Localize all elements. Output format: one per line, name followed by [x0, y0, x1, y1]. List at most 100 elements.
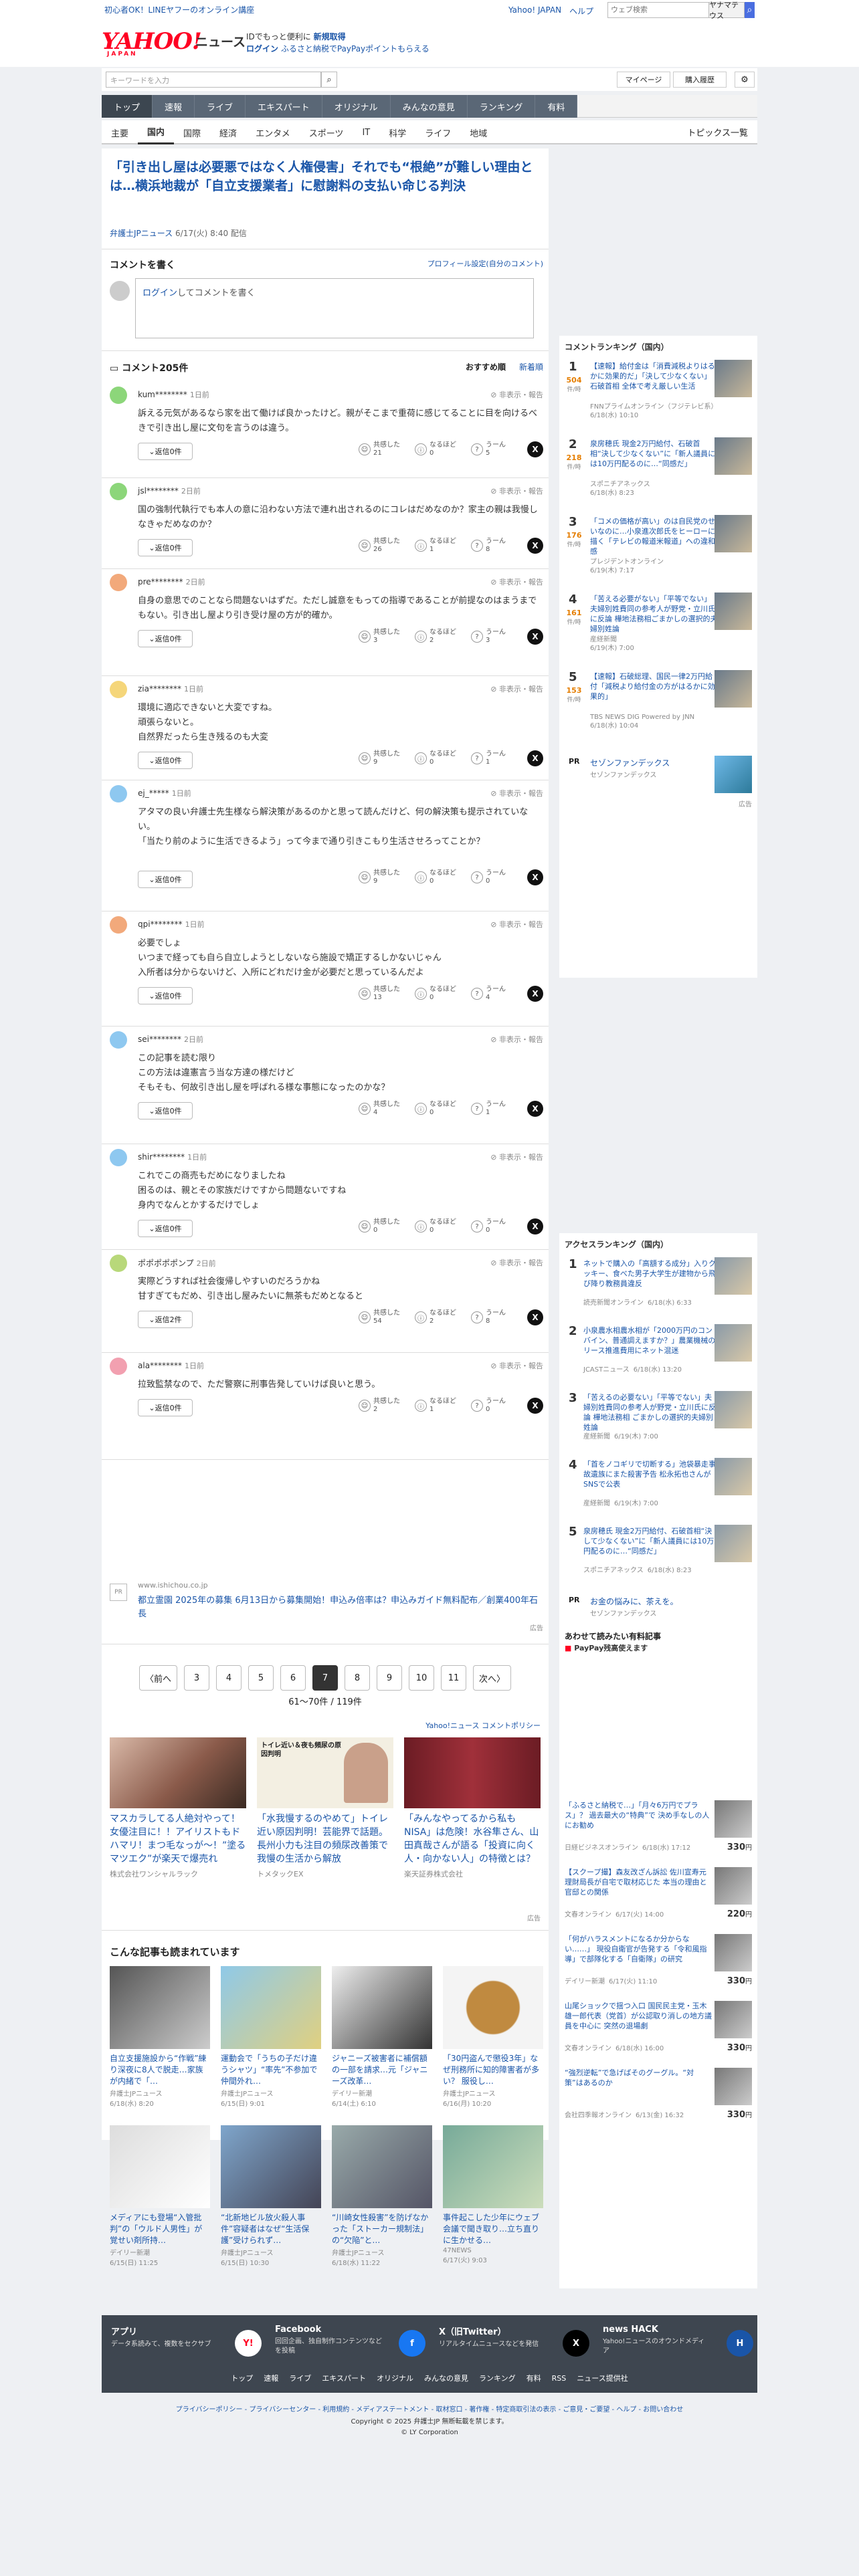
naruhodo-button[interactable]: ⓘ なるほど 1 [415, 538, 462, 554]
empathy-button[interactable]: ☺ 共感した 54 [359, 1309, 405, 1325]
hmm-button[interactable]: ? うーん 5 [471, 441, 518, 457]
report-link[interactable]: ⊘ 非表示・報告 [490, 1360, 543, 1371]
related-title[interactable]: 事件起こした少年にウェブ会議で聞き取り…立ち直りに生かせる… [443, 2212, 543, 2247]
footer-nav-item[interactable]: 有料 [527, 2374, 541, 2383]
search-icon[interactable]: ⌕ [321, 72, 337, 88]
tab-original[interactable]: オリジナル [322, 95, 391, 118]
gear-icon[interactable]: ⚙ [735, 72, 755, 88]
ad-text[interactable]: 都立霊園 2025年の募集 6月13日から募集開始！申込み倍率は？申込みガイド無… [138, 1594, 539, 1621]
paid-article[interactable]: 【スクープ撮】森友改ざん訴訟 佐川宣寿元理財局長が自宅で取材応じた 本当の理由と… [565, 1867, 752, 1931]
sort-newest[interactable]: 新着順 [519, 361, 543, 372]
empathy-button[interactable]: ☺ 共感した 13 [359, 986, 405, 1002]
ad-card[interactable]: トイレ近い＆夜も頻尿の原因判明 「水我慢するのやめて」トイレ近い原因判明！芸能界… [257, 1737, 393, 1879]
paypay-promo[interactable]: ふるさと納税でPayPayポイントもらえる [281, 44, 430, 53]
paid-title[interactable]: 【スクープ撮】森友改ざん訴訟 佐川宣寿元理財局長が自宅で取材応じた 本当の理由と… [565, 1867, 712, 1897]
footer-nav-item[interactable]: ランキング [479, 2374, 516, 2383]
x-share-icon[interactable]: X [527, 1101, 543, 1117]
page-button[interactable]: 9 [377, 1665, 402, 1691]
related-title[interactable]: “北新地ビル放火殺人事件”容疑者はなぜ“生活保護”受けられず… [221, 2212, 321, 2247]
text-ad[interactable]: PR www.ishichou.co.jp 都立霊園 2025年の募集 6月13… [110, 1581, 543, 1632]
avatar[interactable] [110, 1255, 127, 1272]
tab-paid[interactable]: 有料 [535, 95, 578, 118]
purchase-history-button[interactable]: 購入履歴 [673, 72, 727, 88]
comment-user[interactable]: ポポポポポンプ 2日前 [138, 1257, 216, 1269]
tab-opinion[interactable]: みんなの意見 [390, 95, 468, 118]
hmm-button[interactable]: ? うーん 3 [471, 629, 518, 645]
login-link[interactable]: ログイン [142, 288, 177, 298]
category-science[interactable]: 科学 [379, 120, 415, 144]
comment-user[interactable]: ej_***** 1日前 [138, 788, 191, 798]
ad-card[interactable]: 「みんなやってるから私もNISA」は危険！水谷隼さん、山田真哉さんが語る「投資に… [404, 1737, 541, 1879]
comment-user[interactable]: sei******** 2日前 [138, 1034, 203, 1045]
rank-title[interactable]: 泉房穂氏 現金2万円給付、石破首相“決して少なくない”に「新人議員には10万円配… [583, 1526, 717, 1556]
search-icon[interactable]: ⌕ [744, 2, 755, 18]
footer-icon[interactable]: H [727, 2330, 753, 2357]
avatar[interactable] [110, 483, 127, 500]
comment-user[interactable]: shir******** 1日前 [138, 1152, 207, 1162]
register-link[interactable]: 新規取得 [314, 32, 346, 41]
paid-title[interactable]: 「何がハラスメントになるか分からない……」 現役自衛官が告発する「令和風指導」で… [565, 1934, 712, 1964]
login-link[interactable]: ログイン [246, 44, 278, 53]
related-article[interactable]: “北新地ビル放火殺人事件”容疑者はなぜ“生活保護”受けられず… 弁護士JPニュース… [221, 2125, 321, 2267]
x-share-icon[interactable]: X [527, 1398, 543, 1414]
rank-title[interactable]: 「苦える必要がない」「平等でない」夫婦別姓費同の参考人が野党・立川氏に反論 樺地… [590, 594, 719, 634]
page-button[interactable]: 6 [280, 1665, 306, 1691]
ranking-item[interactable]: 5 泉房穂氏 現金2万円給付、石破首相“決して少なくない”に「新人議員には10万円… [565, 1525, 752, 1586]
category-economy[interactable]: 経済 [210, 120, 246, 144]
ad-card-title[interactable]: 「水我慢するのやめて」トイレ近い原因判明！芸能界で話題。長州小力も注目の頻尿改善… [257, 1812, 393, 1866]
reply-button[interactable]: ⌄ 返信2件 [138, 1311, 193, 1328]
paid-title[interactable]: 山尾ショックで揺つ入口 国民民主党・玉木雄一郎代表（党首）が公認取り消しの地方議… [565, 2001, 712, 2031]
yahoo-japan-link[interactable]: Yahoo! JAPAN [508, 5, 561, 17]
pr-item[interactable]: PR セゾンファンデックス セゾンファンデックス [565, 756, 752, 796]
next-page-button[interactable]: 次へ〉 [473, 1665, 512, 1691]
empathy-button[interactable]: ☺ 共感した 9 [359, 869, 405, 885]
pr-title[interactable]: お金の悩みに、茶えを。 [590, 1596, 678, 1607]
paid-article[interactable]: 「何がハラスメントになるか分からない……」 現役自衛官が告発する「令和風指導」で… [565, 1934, 752, 1998]
reply-button[interactable]: ⌄ 返信0件 [138, 539, 193, 556]
pr-title[interactable]: セゾンファンデックス [590, 757, 670, 768]
web-search-input[interactable] [607, 2, 708, 18]
category-life[interactable]: ライフ [415, 120, 460, 144]
category-domestic[interactable]: 国内 [138, 120, 175, 144]
x-share-icon[interactable]: X [527, 441, 543, 457]
ranking-item[interactable]: 2 218 件/時 泉房穂氏 現金2万円給付、石破首相“決して少なくない”に「新人議員… [565, 437, 752, 510]
page-button[interactable]: 4 [216, 1665, 242, 1691]
rank-title[interactable]: 「首をノコギリで切断する」池袋暴走事故遺族にまた殺害予告 松永拓也さんがSNSで… [583, 1459, 717, 1489]
x-share-icon[interactable]: X [527, 750, 543, 766]
hmm-button[interactable]: ? うーん 8 [471, 1309, 518, 1325]
rank-title[interactable]: 【速報】石破総理、国民一律2万円給付「減税より給付金の方がはるかに効果的」 [590, 671, 719, 702]
report-link[interactable]: ⊘ 非表示・報告 [490, 1152, 543, 1162]
avatar[interactable] [110, 785, 127, 802]
related-article[interactable]: 「30円盗んで懲役3年」なぜ刑務所に知的障害者が多い？ 服役し… 弁護士JPニュー… [443, 1966, 543, 2108]
reply-button[interactable]: ⌄ 返信0件 [138, 1102, 193, 1119]
ranking-item[interactable]: 5 153 件/時 【速報】石破総理、国民一律2万円給付「減税より給付金の方がはるかに… [565, 670, 752, 742]
related-article[interactable]: 運動会で「うちの子だけ違うシャツ」“率先”不参加で仲間外れ… 弁護士JPニュース 6… [221, 1966, 321, 2108]
empathy-button[interactable]: ☺ 共感した 26 [359, 538, 405, 554]
legal-links[interactable]: プライバシーポリシー - プライバシーセンター - 利用規約 - メディアステー… [0, 2403, 859, 2413]
related-title[interactable]: “川崎女性殺害”を防げなかった「ストーカー規制法」の“欠陥”と… [332, 2212, 432, 2247]
naruhodo-button[interactable]: ⓘ なるほど 2 [415, 629, 462, 645]
ranking-item[interactable]: 4 161 件/時 「苦える必要がない」「平等でない」夫婦別姓費同の参考人が野党・立川… [565, 593, 752, 665]
reply-button[interactable]: ⌄ 返信0件 [138, 871, 193, 888]
tab-flash[interactable]: 速報 [153, 95, 195, 118]
prev-page-button[interactable]: 〈前へ [138, 1665, 177, 1691]
avatar[interactable] [110, 916, 127, 934]
x-share-icon[interactable]: X [527, 1218, 543, 1235]
footer-icon[interactable]: Y! [235, 2330, 262, 2357]
hmm-button[interactable]: ? うーん 4 [471, 986, 518, 1002]
tab-ranking[interactable]: ランキング [467, 95, 536, 118]
hmm-button[interactable]: ? うーん 1 [471, 1101, 518, 1117]
reply-button[interactable]: ⌄ 返信0件 [138, 752, 193, 769]
pr-item[interactable]: PR お金の悩みに、茶えを。 セゾンファンデックス [565, 1594, 752, 1621]
ad-card-title[interactable]: マスカラしてる人絶対やって！女優注目に！！アイリストもドハマリ！まつ毛なっが〜！… [110, 1812, 246, 1866]
page-button[interactable]: 8 [345, 1665, 370, 1691]
rank-title[interactable]: 小泉農水相農水相が「2000万円のコンバイン、普通調えますか？」農業機械のリース… [583, 1325, 717, 1356]
empathy-button[interactable]: ☺ 共感した 9 [359, 750, 405, 766]
naruhodo-button[interactable]: ⓘ なるほど 1 [415, 1398, 462, 1414]
related-article[interactable]: 事件起こした少年にウェブ会議で聞き取り…立ち直りに生かせる… 47NEWS 6/17… [443, 2125, 543, 2264]
avatar[interactable] [110, 1149, 127, 1166]
hmm-button[interactable]: ? うーん 1 [471, 750, 518, 766]
page-button[interactable]: 5 [248, 1665, 274, 1691]
page-button[interactable]: 10 [409, 1665, 434, 1691]
paid-article[interactable]: “強烈逆転”で急げばそのグーグル。“対策”はあるのか 会社四季報オンライン 6/13… [565, 2068, 752, 2132]
